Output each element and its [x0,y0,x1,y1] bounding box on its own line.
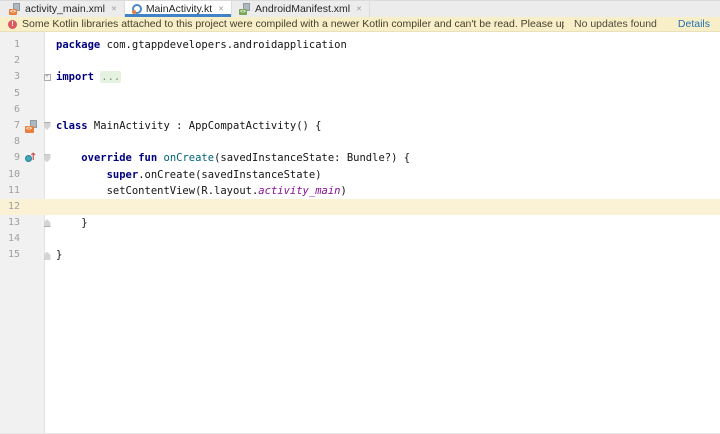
tab-mainactivity-kt[interactable]: MainActivity.kt ✕ [124,1,233,17]
gutter-icon-cell [20,183,42,199]
fold-marker-icon[interactable] [43,73,51,81]
line-number: 15 [7,249,20,261]
ide-window: activity_main.xml ✕ MainActivity.kt ✕ An… [0,0,720,434]
gutter-icon-cell [20,134,42,150]
code-line[interactable]: 6 [0,102,720,118]
line-number: 13 [7,217,20,229]
close-tab-icon[interactable]: ✕ [356,6,362,13]
code-line[interactable]: 10 super.onCreate(savedInstanceState) [0,167,720,183]
code-text: } [56,249,63,262]
fold-cell [42,86,52,102]
fold-cell[interactable] [42,247,52,263]
code-line[interactable]: 14 [0,231,720,247]
gutter-icon-cell [20,167,42,183]
gutter-activity-icon[interactable] [24,119,38,133]
line-number: 2 [13,55,20,67]
line-number: 7 [13,119,20,131]
code-text: super.onCreate(savedInstanceState) [106,168,322,181]
fold-cell [42,231,52,247]
line-number: 10 [7,168,20,180]
code-line[interactable]: 15} [0,247,720,263]
editor-lines: 1 package com.gtappdevelopers.androidappl… [0,37,720,264]
line-number: 14 [7,233,20,245]
gutter-icon-cell [20,231,42,247]
fold-cell [42,37,52,53]
code-line[interactable]: 13 } [0,215,720,231]
code-text: override fun onCreate(savedInstanceState… [81,152,411,165]
fold-cell[interactable] [42,150,52,166]
gutter-icon-cell [20,37,42,53]
manifest-xml-file-icon [239,3,251,15]
tab-label: AndroidManifest.xml [255,3,351,15]
gutter-icon-cell [20,215,42,231]
fold-cell[interactable] [42,118,52,134]
banner-message: Some Kotlin libraries attached to this p… [22,18,564,30]
code-line[interactable]: 11 setContentView(R.layout.activity_main… [0,183,720,199]
tab-label: MainActivity.kt [145,3,213,15]
gutter-icon-cell [20,53,42,69]
fold-cell [42,167,52,183]
line-number: 5 [13,87,20,99]
code-text: import ... [56,71,122,84]
editor-tab-bar: activity_main.xml ✕ MainActivity.kt ✕ An… [0,1,720,17]
kotlin-class-file-icon [131,4,142,14]
line-number: 11 [7,184,20,196]
gutter-icon-cell [20,199,42,215]
gutter-icon-cell [20,69,42,85]
code-line[interactable]: 12 [0,198,720,216]
gutter-override-icon[interactable] [24,151,38,165]
fold-cell [42,102,52,118]
fold-marker-icon[interactable] [43,154,51,163]
line-number: 9 [13,152,20,164]
tab-label: activity_main.xml [25,3,105,15]
fold-cell[interactable] [42,215,52,231]
gutter-icon-cell[interactable] [20,150,42,166]
fold-cell [42,134,52,150]
line-number: 1 [13,39,20,50]
fold-marker-icon[interactable] [43,219,51,228]
gutter-icon-cell [20,247,42,263]
code-line[interactable]: 7 class MainActivity : AppCompatActivity(… [0,118,720,134]
gutter-icon-cell [20,102,42,118]
details-link[interactable]: Details [678,18,710,30]
notification-banner: ! Some Kotlin libraries attached to this… [0,17,720,32]
banner-status: No updates found [573,18,657,30]
tab-androidmanifest-xml[interactable]: AndroidManifest.xml ✕ [232,1,371,17]
error-icon: ! [8,19,17,29]
gutter-icon-cell[interactable] [20,118,42,134]
line-number: 8 [13,136,20,148]
line-number: 6 [13,103,20,115]
code-editor[interactable]: 1 package com.gtappdevelopers.androidappl… [0,32,720,433]
code-line[interactable]: 5 [0,86,720,102]
close-tab-icon[interactable]: ✕ [111,6,117,13]
code-text: class MainActivity : AppCompatActivity()… [56,119,322,132]
code-line[interactable]: 9 override fun onCreate(savedInstanceSta… [0,150,720,166]
fold-marker-icon[interactable] [43,122,51,131]
code-line[interactable]: 2 [0,53,720,69]
close-tab-icon[interactable]: ✕ [218,6,224,13]
fold-marker-icon[interactable] [43,251,51,260]
code-line[interactable]: 3 import ... [0,69,720,85]
code-line[interactable]: 8 [0,134,720,150]
fold-cell[interactable] [42,69,52,85]
code-text: package com.gtappdevelopers.androidappli… [56,39,347,51]
gutter-icon-cell [20,86,42,102]
code-text: setContentView(R.layout.activity_main) [56,184,347,197]
tab-activity-main-xml[interactable]: activity_main.xml ✕ [2,1,125,17]
code-text: } [56,217,88,230]
layout-xml-file-icon [9,3,21,15]
fold-cell [42,199,52,215]
line-number: 12 [7,200,20,212]
fold-cell [42,53,52,69]
fold-cell [42,183,52,199]
line-number: 3 [13,71,20,83]
code-line[interactable]: 1 package com.gtappdevelopers.androidappl… [0,37,720,53]
